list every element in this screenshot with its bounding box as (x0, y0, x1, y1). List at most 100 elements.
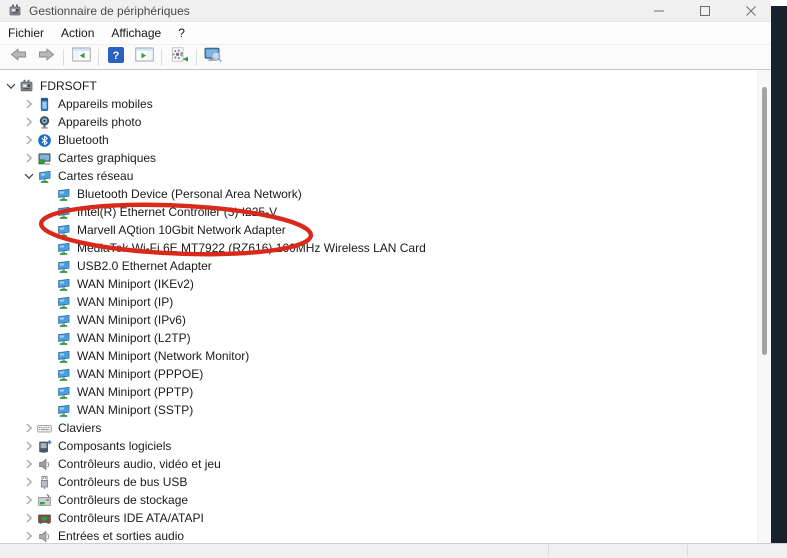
tree-item-label: WAN Miniport (Network Monitor) (77, 347, 249, 365)
mobile-device-icon (37, 97, 52, 112)
titlebar: Gestionnaire de périphériques (0, 0, 771, 22)
tree-item-wan-miniport-ip[interactable]: WAN Miniport (IP) (0, 293, 757, 311)
chevron-right-icon[interactable] (20, 439, 37, 453)
chevron-right-icon[interactable] (20, 511, 37, 525)
toolbar-separator (161, 49, 162, 66)
device-manager-app-icon (8, 4, 22, 18)
menubar: Fichier Action Affichage? (0, 22, 771, 45)
tree-item-label: Marvell AQtion 10Gbit Network Adapter (77, 221, 286, 239)
network-adapter-icon (56, 241, 71, 256)
console-tree-icon (72, 47, 91, 67)
chevron-right-icon[interactable] (20, 133, 37, 147)
tree-item-wan-miniport-l2tp[interactable]: WAN Miniport (L2TP) (0, 329, 757, 347)
tree-item-appareils-photo[interactable]: Appareils photo (0, 113, 757, 131)
chevron-right-icon[interactable] (20, 151, 37, 165)
menu-affichage[interactable]: Affichage (111, 24, 169, 43)
network-adapter-icon (37, 169, 52, 184)
tree-item-wan-miniport-network-monitor[interactable]: WAN Miniport (Network Monitor) (0, 347, 757, 365)
network-adapter-icon (56, 295, 71, 310)
network-adapter-icon (56, 259, 71, 274)
network-adapter-icon (56, 349, 71, 364)
tree-item-label: Appareils mobiles (58, 95, 153, 113)
chevron-right-icon[interactable] (20, 493, 37, 507)
toolbar-device-search-button[interactable] (200, 47, 228, 68)
tree-item-fdrsoft[interactable]: FDRSOFT (0, 77, 757, 95)
tree-item-label: Cartes réseau (58, 167, 133, 185)
chevron-right-icon[interactable] (20, 115, 37, 129)
tree-item-controleurs-de-stockage[interactable]: Contrôleurs de stockage (0, 491, 757, 509)
camera-icon (37, 115, 52, 130)
tree-item-bluetooth-device-personal-area-network[interactable]: Bluetooth Device (Personal Area Network) (0, 185, 757, 203)
scrollbar-thumb[interactable] (762, 87, 767, 355)
network-adapter-icon (56, 187, 71, 202)
tree-item-composants-logiciels[interactable]: Composants logiciels (0, 437, 757, 455)
bottom-strip-divider (687, 545, 688, 557)
tree-item-cartes-reseau[interactable]: Cartes réseau (0, 167, 757, 185)
tree-item-label: Claviers (58, 419, 101, 437)
maximize-button[interactable] (697, 3, 713, 19)
vertical-scrollbar[interactable] (757, 70, 771, 543)
network-adapter-icon (56, 331, 71, 346)
chevron-right-icon[interactable] (20, 529, 37, 543)
storage-controller-icon (37, 493, 52, 508)
usb-controller-icon (37, 475, 52, 490)
chevron-right-icon[interactable] (20, 475, 37, 489)
minimize-button[interactable] (651, 3, 667, 19)
menu-[interactable]: ? (178, 24, 193, 43)
chevron-right-icon[interactable] (20, 421, 37, 435)
tree-item-entrees-et-sorties-audio[interactable]: Entrées et sorties audio (0, 527, 757, 543)
toolbar-forward-button[interactable] (32, 47, 60, 68)
network-adapter-icon (56, 223, 71, 238)
toolbar-scan-hardware-changes-button[interactable] (165, 47, 193, 68)
chevron-down-icon[interactable] (2, 79, 19, 93)
tree-item-label: Bluetooth (58, 131, 109, 149)
tree-item-wan-miniport-pppoe[interactable]: WAN Miniport (PPPOE) (0, 365, 757, 383)
computer-icon (19, 79, 34, 94)
toolbar-help-button[interactable]: ? (102, 47, 130, 68)
toolbar-separator (196, 49, 197, 66)
toolbar-show-console-tree-button[interactable] (67, 47, 95, 68)
tree-item-label: WAN Miniport (PPTP) (77, 383, 193, 401)
tree-item-label: WAN Miniport (IPv6) (77, 311, 186, 329)
network-adapter-icon (56, 403, 71, 418)
toolbar-show-action-pane-button[interactable] (130, 47, 158, 68)
close-button[interactable] (743, 3, 759, 19)
tree-item-usb2-0-ethernet-adapter[interactable]: USB2.0 Ethernet Adapter (0, 257, 757, 275)
menu-fichier[interactable]: Fichier (8, 24, 52, 43)
tree-item-wan-miniport-ipv6[interactable]: WAN Miniport (IPv6) (0, 311, 757, 329)
monitor-search-icon (204, 47, 224, 68)
tree-item-wan-miniport-sstp[interactable]: WAN Miniport (SSTP) (0, 401, 757, 419)
tree-item-label: Contrôleurs de bus USB (58, 473, 187, 491)
tree-item-label: WAN Miniport (IP) (77, 293, 173, 311)
screen: Gestionnaire de périphériques Fichier Act… (0, 0, 787, 558)
tree-item-label: Contrôleurs de stockage (58, 491, 188, 509)
tree-item-controleurs-ide-ata-atapi[interactable]: Contrôleurs IDE ATA/ATAPI (0, 509, 757, 527)
help-icon: ? (108, 47, 124, 68)
tree-item-mediatek-wi-fi-6e-mt7922-rz616-160mhz-wireless-l[interactable]: MediaTek Wi-Fi 6E MT7922 (RZ616) 160MHz … (0, 239, 757, 257)
tree-item-claviers[interactable]: Claviers (0, 419, 757, 437)
toolbar-back-button[interactable] (4, 47, 32, 68)
tree-item-wan-miniport-pptp[interactable]: WAN Miniport (PPTP) (0, 383, 757, 401)
tree-item-label: FDRSOFT (40, 77, 97, 95)
toolbar-separator (98, 49, 99, 66)
window-title: Gestionnaire de périphériques (29, 4, 190, 18)
menu-action[interactable]: Action (61, 24, 102, 43)
tree-item-cartes-graphiques[interactable]: Cartes graphiques (0, 149, 757, 167)
tree-item-label: WAN Miniport (SSTP) (77, 401, 193, 419)
network-adapter-icon (56, 205, 71, 220)
display-adapter-icon (37, 151, 52, 166)
toolbar: ? (0, 45, 771, 70)
tree-item-appareils-mobiles[interactable]: Appareils mobiles (0, 95, 757, 113)
tree-item-controleurs-de-bus-usb[interactable]: Contrôleurs de bus USB (0, 473, 757, 491)
chevron-right-icon[interactable] (20, 97, 37, 111)
tree-item-bluetooth[interactable]: Bluetooth (0, 131, 757, 149)
tree-item-label: Appareils photo (58, 113, 141, 131)
software-component-icon (37, 439, 52, 454)
tree-item-intel-r-ethernet-controller-3-i225-v[interactable]: Intel(R) Ethernet Controller (3) I225-V (0, 203, 757, 221)
tree-item-wan-miniport-ikev2[interactable]: WAN Miniport (IKEv2) (0, 275, 757, 293)
chevron-down-icon[interactable] (20, 169, 37, 183)
tree-item-label: Composants logiciels (58, 437, 171, 455)
chevron-right-icon[interactable] (20, 457, 37, 471)
tree-item-controleurs-audio-video-et-jeu[interactable]: Contrôleurs audio, vidéo et jeu (0, 455, 757, 473)
tree-item-marvell-aqtion-10gbit-network-adapter[interactable]: Marvell AQtion 10Gbit Network Adapter (0, 221, 757, 239)
